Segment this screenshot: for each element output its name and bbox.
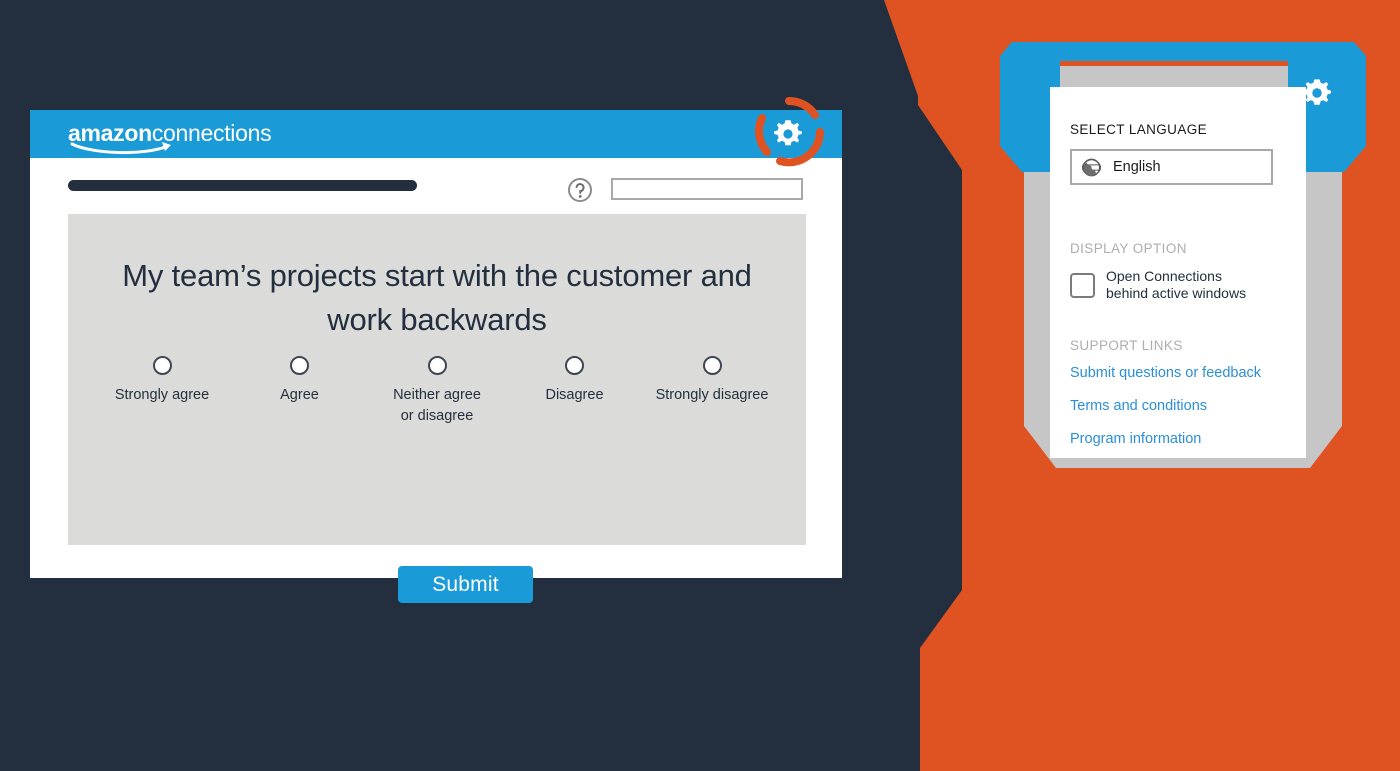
app-header-bar: amazonconnections <box>30 96 842 167</box>
survey-option-strongly-disagree[interactable]: Strongly disagree <box>648 356 776 406</box>
survey-option-label: Agree <box>280 387 319 403</box>
settings-sheet: SELECT LANGUAGE English DISPLAY OPTION O… <box>1050 87 1306 458</box>
survey-option-neither[interactable]: Neither agree or disagree <box>373 356 501 427</box>
gear-icon[interactable] <box>770 116 806 152</box>
survey-option-label: Neither agree or disagree <box>393 387 481 424</box>
language-selected-value: English <box>1113 159 1161 175</box>
question-mark-circle-icon[interactable] <box>567 177 593 203</box>
radio-button-icon[interactable] <box>427 356 447 375</box>
radio-button-icon[interactable] <box>565 356 584 375</box>
survey-option-agree[interactable]: Agree <box>236 356 364 406</box>
select-language-heading: SELECT LANGUAGE <box>1070 122 1208 137</box>
survey-panel: My team’s projects start with the custom… <box>68 214 806 638</box>
gear-icon[interactable] <box>1300 76 1334 110</box>
support-links-list: Submit questions or feedback Terms and c… <box>1070 365 1286 447</box>
survey-option-strongly-agree[interactable]: Strongly agree <box>98 356 226 406</box>
radio-button-icon[interactable] <box>290 356 309 375</box>
survey-option-label: Strongly disagree <box>655 387 769 403</box>
display-option-heading: DISPLAY OPTION <box>1070 241 1187 256</box>
radio-button-icon[interactable] <box>702 356 722 375</box>
survey-options-row: Strongly agree Agree Neither agree or di… <box>98 356 776 427</box>
checkbox-icon[interactable] <box>1070 272 1095 298</box>
settings-flyout: SELECT LANGUAGE English DISPLAY OPTION O… <box>988 26 1378 516</box>
support-links-heading: SUPPORT LINKS <box>1070 338 1183 353</box>
search-input[interactable] <box>611 178 803 200</box>
screenshot-canvas: amazonconnections My team’s projects sta… <box>0 0 1400 771</box>
open-behind-windows-label: Open Connections behind active windows <box>1106 268 1247 301</box>
connections-app-window: amazonconnections My team’s projects sta… <box>30 96 842 638</box>
survey-option-label: Disagree <box>545 387 604 403</box>
submit-button[interactable]: Submit <box>398 566 533 603</box>
toolbar-placeholder-bar <box>68 180 417 191</box>
link-terms-and-conditions[interactable]: Terms and conditions <box>1070 398 1286 414</box>
footer-placeholder-bar <box>398 627 550 638</box>
link-program-information[interactable]: Program information <box>1070 431 1286 447</box>
survey-option-label: Strongly agree <box>114 387 210 403</box>
app-toolbar <box>30 158 842 211</box>
amazon-smile-icon <box>70 142 171 155</box>
link-submit-questions-or-feedback[interactable]: Submit questions or feedback <box>1070 365 1286 381</box>
language-select[interactable]: English <box>1070 149 1273 185</box>
globe-icon <box>1082 158 1101 176</box>
survey-question-text: My team’s projects start with the custom… <box>122 258 752 337</box>
open-behind-windows-checkbox-row[interactable]: Open Connections behind active windows <box>1070 268 1286 302</box>
survey-option-disagree[interactable]: Disagree <box>511 356 639 406</box>
radio-button-icon[interactable] <box>152 356 172 375</box>
